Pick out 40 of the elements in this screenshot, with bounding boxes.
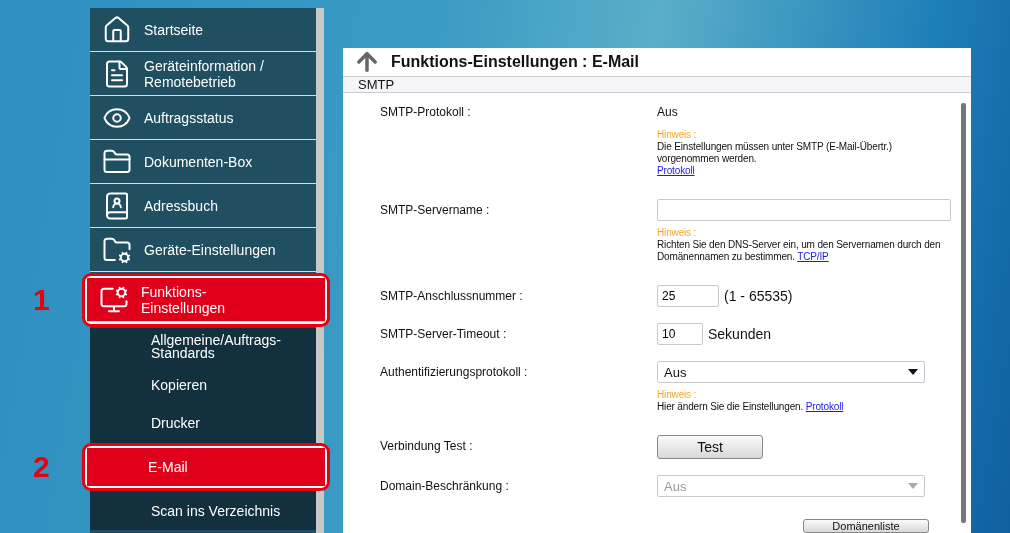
input-field[interactable]: 25 (657, 285, 719, 307)
input-field[interactable]: 10 (657, 323, 703, 345)
submenu-item[interactable]: Scan ins Verzeichnis (90, 492, 316, 530)
setting-label: SMTP-Protokoll : (380, 104, 472, 121)
hint-link[interactable]: TCP/IP (797, 251, 829, 262)
hint-text: Die Einstellungen müssen unter SMTP (E-Mail-Übertr.) vorgenommen werden. Protokoll (657, 141, 893, 177)
domain-list-button[interactable]: Domänenliste (803, 519, 929, 533)
test-button[interactable]: Test (657, 435, 763, 459)
setting-label: SMTP-Anschlussnummer : (380, 288, 524, 305)
hint-link[interactable]: Protokoll (657, 165, 695, 176)
setting-label: Verbindung Test : (380, 438, 474, 455)
home-icon (102, 14, 132, 45)
hint-heading: Hinweis : (657, 227, 698, 239)
unit-label: (1 - 65535) (724, 288, 793, 304)
hint-text: Richten Sie den DNS-Server ein, um den Servernamen durch den Domänennamen zu bestimmen. TCP/IP (657, 239, 942, 263)
sidebar-item[interactable]: Funktions-Einstellungen (87, 278, 325, 322)
unit-label: Sekunden (708, 326, 772, 342)
setting-value: Aus (657, 105, 678, 119)
step-number: 2 (33, 450, 50, 484)
submenu-item[interactable]: Kopieren (90, 366, 316, 404)
setting-label: SMTP-Server-Timeout : (380, 326, 508, 343)
caret-icon (908, 483, 918, 489)
setting-label: Authentifizierungsprotokoll : (380, 364, 529, 381)
setting-label: Domain-Beschränkung : (380, 478, 510, 495)
hint-heading: Hinweis : (657, 129, 698, 141)
scrollbar[interactable] (961, 103, 966, 523)
caret-icon (908, 369, 918, 375)
submenu-item[interactable]: Drucker (90, 404, 316, 442)
section-header: SMTP (343, 77, 971, 93)
hint-text: Hier ändern Sie die Einstellungen. Protokoll (657, 401, 845, 413)
monitor-gear-icon (99, 284, 129, 315)
setting-label: SMTP-Servername : (380, 202, 491, 219)
page-title: Funktions-Einstellungen : E-Mail (391, 53, 639, 71)
dropdown[interactable]: Aus (657, 361, 925, 383)
input-field[interactable] (657, 199, 951, 221)
hint-heading: Hinweis : (657, 389, 698, 401)
submenu-item[interactable]: E-Mail (87, 448, 325, 486)
submenu-item[interactable]: Allgemeine/Auftrags-Standards (90, 328, 316, 366)
step-number: 1 (33, 283, 50, 317)
hint-link[interactable]: Protokoll (805, 401, 844, 412)
